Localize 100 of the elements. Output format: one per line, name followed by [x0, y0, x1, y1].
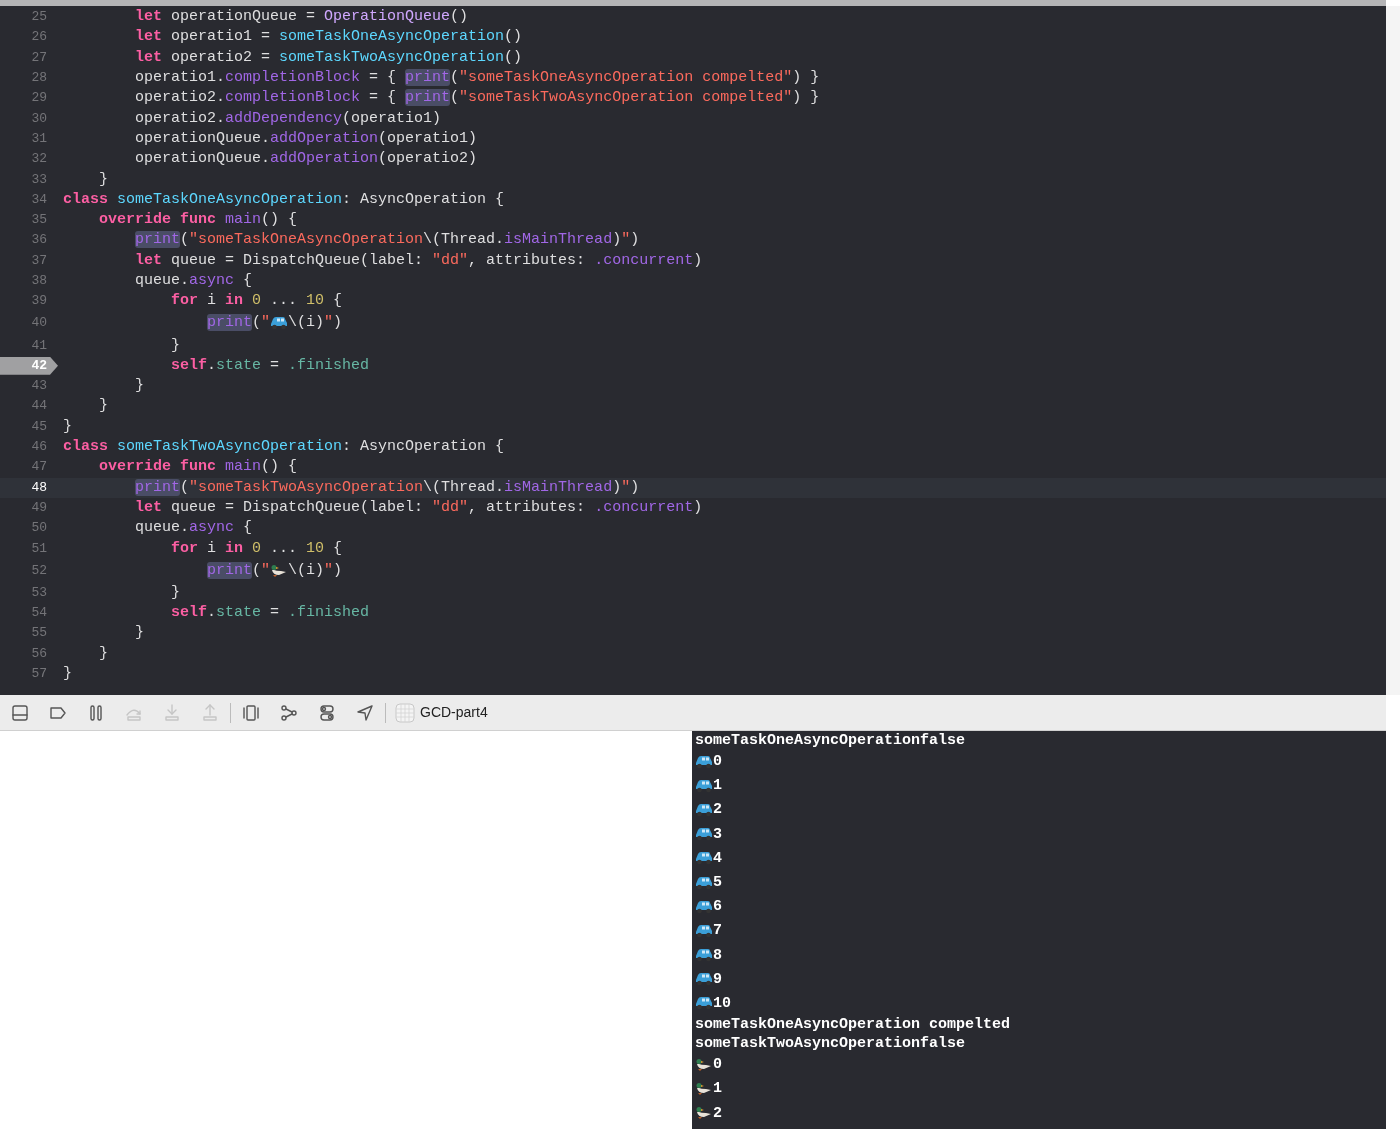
car-icon	[695, 827, 713, 842]
line-number: 53	[31, 583, 48, 602]
line-number: 42	[31, 356, 48, 375]
line-number: 49	[31, 498, 48, 517]
duck-icon	[695, 1106, 713, 1121]
code-text: override func main() {	[98, 457, 298, 478]
line-number: 38	[31, 272, 48, 290]
code-text: print("	[206, 313, 271, 334]
code-text: for i in 0 ... 10 {	[170, 291, 343, 312]
line-number: 27	[31, 48, 48, 67]
line-number: 28	[31, 69, 48, 88]
line-number: 43	[31, 377, 48, 396]
code-text: }	[98, 643, 108, 664]
code-text: override func main() {	[98, 210, 298, 231]
console-output: 1	[713, 1081, 722, 1097]
code-text: let operatio1 = someTaskOneAsyncOperation()	[134, 27, 523, 48]
code-text: let queue = DispatchQueue(label: "dd", attributes: .concurrent)	[134, 250, 703, 271]
line-number: 55	[31, 624, 48, 643]
duck-icon	[695, 1081, 713, 1096]
console-output: someTaskOneAsyncOperationfalse	[695, 732, 966, 748]
car-icon	[695, 802, 713, 817]
line-number: 34	[31, 190, 48, 209]
code-text: let queue = DispatchQueue(label: "dd", attributes: .concurrent)	[134, 497, 703, 518]
code-text: queue.async {	[134, 518, 253, 539]
line-number: 29	[31, 89, 48, 108]
line-number: 46	[31, 438, 48, 457]
code-text: self.state = .finished	[170, 355, 370, 376]
console-output: 7	[713, 923, 722, 939]
console-output: 5	[713, 875, 722, 891]
car-icon	[695, 923, 713, 938]
code-text: }	[63, 416, 72, 437]
line-number: 41	[31, 336, 48, 355]
code-text: operationQueue.addOperation(operatio2)	[134, 149, 478, 170]
line-number: 30	[31, 109, 48, 128]
console-output: 6	[713, 899, 722, 915]
console-output: 1	[713, 778, 722, 794]
car-icon	[695, 948, 713, 963]
code-text: self.state = .finished	[170, 603, 370, 624]
code-text: print("	[206, 560, 271, 581]
code-text: }	[134, 376, 144, 397]
code-text: print("someTaskTwoAsyncOperation\(Thread.isMainThread)")	[134, 477, 640, 498]
code-text: }	[98, 396, 108, 417]
car-icon	[695, 851, 713, 866]
console-output: 2	[713, 1105, 722, 1121]
code-text: }	[63, 664, 72, 685]
code-text: operatio2.addDependency(operatio1)	[134, 108, 442, 129]
line-number: 32	[31, 150, 48, 169]
code-text: \(i)")	[288, 560, 343, 581]
line-number: 50	[31, 519, 48, 538]
code-text: \(i)")	[288, 313, 343, 334]
code-text: operatio2.completionBlock = { print("someTaskTwoAsyncOperation compelted") }	[134, 88, 820, 109]
line-number: 54	[31, 604, 48, 623]
console-output: 8	[713, 947, 722, 963]
code-text: let operationQueue = OperationQueue()	[134, 7, 469, 28]
line-number: 31	[31, 129, 48, 148]
line-number: 47	[31, 458, 48, 477]
app-grid-icon	[395, 702, 415, 723]
console-output: someTaskOneAsyncOperation compelted	[695, 1017, 1011, 1033]
car-icon	[270, 316, 289, 331]
code-text: operatio1.completionBlock = { print("someTaskOneAsyncOperation compelted") }	[134, 68, 820, 89]
car-icon	[695, 972, 713, 987]
line-number: 39	[31, 292, 48, 311]
line-number: 51	[31, 539, 48, 558]
line-number: 40	[31, 314, 48, 333]
scheme-name: GCD-part4	[420, 703, 488, 722]
line-number: 48	[31, 478, 48, 497]
code-text: }	[134, 623, 144, 644]
car-icon	[695, 996, 713, 1011]
console-output: 0	[713, 754, 722, 770]
code-text: queue.async {	[134, 271, 253, 291]
code-text: class someTaskOneAsyncOperation: AsyncOperation {	[63, 189, 505, 210]
duck-icon	[695, 1057, 713, 1072]
line-number: 36	[31, 231, 48, 250]
line-number: 45	[31, 417, 48, 436]
line-number: 52	[31, 561, 48, 580]
car-icon	[695, 899, 713, 914]
line-number: 33	[31, 170, 48, 189]
code-text: let operatio2 = someTaskTwoAsyncOperation()	[134, 47, 523, 68]
code-text: }	[98, 169, 108, 190]
car-icon	[695, 778, 713, 793]
car-icon	[695, 754, 713, 769]
breakpoint-marker[interactable]	[0, 356, 58, 375]
code-text: print("someTaskOneAsyncOperation\(Thread.isMainThread)")	[134, 230, 640, 251]
console-output: 2	[713, 802, 722, 818]
line-number: 57	[31, 665, 48, 684]
code-text: }	[170, 335, 181, 356]
code-text: class someTaskTwoAsyncOperation: AsyncOperation {	[63, 437, 505, 458]
line-number: 35	[31, 211, 48, 230]
line-number: 44	[31, 397, 48, 416]
console-output: 3	[713, 826, 722, 842]
code-text: }	[170, 582, 181, 603]
console-output: someTaskTwoAsyncOperationfalse	[695, 1035, 966, 1051]
line-number: 26	[31, 28, 48, 47]
line-number: 25	[31, 8, 48, 27]
line-number: 37	[31, 251, 48, 270]
console-output: 10	[713, 995, 731, 1011]
code-text: operationQueue.addOperation(operatio1)	[134, 128, 478, 149]
car-icon	[695, 875, 713, 890]
code-text: for i in 0 ... 10 {	[170, 538, 343, 559]
console-output: 9	[713, 971, 722, 987]
